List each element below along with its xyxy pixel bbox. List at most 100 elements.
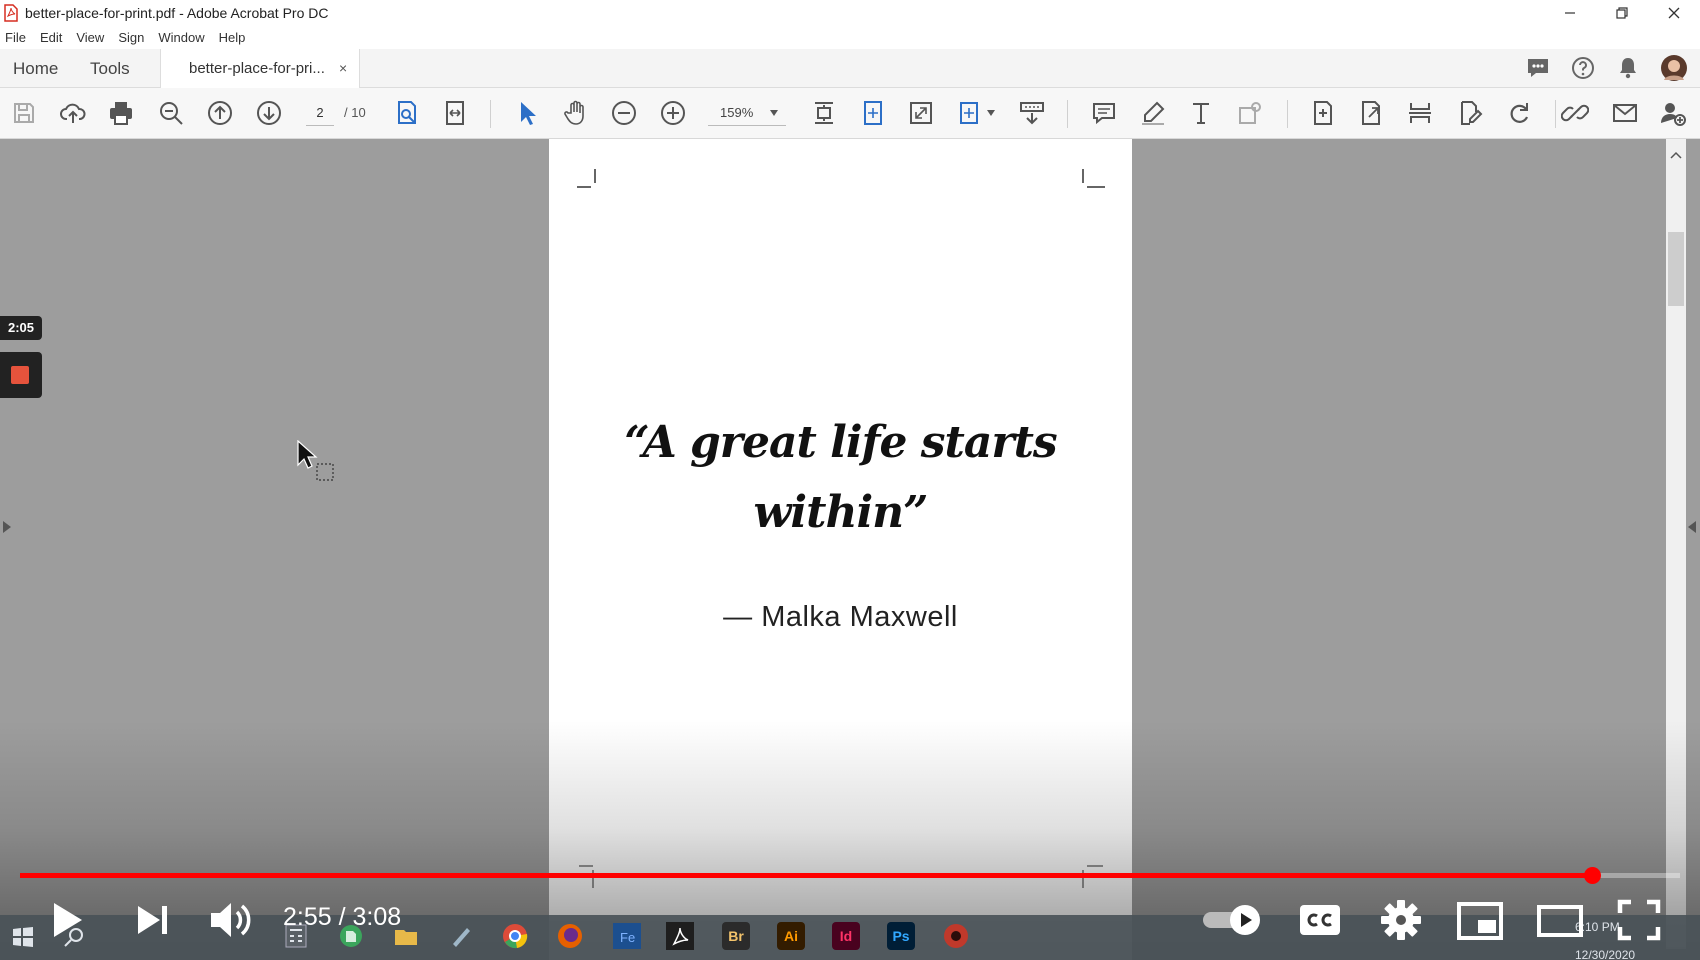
user-avatar[interactable] [1660, 54, 1688, 82]
tab-document[interactable]: better-place-for-pri... × [160, 49, 360, 89]
page-total: / 10 [344, 105, 366, 120]
quote-author: — Malka Maxwell [723, 601, 958, 633]
play-icon[interactable] [50, 900, 86, 940]
menu-bar: File Edit View Sign Window Help [0, 26, 1700, 49]
pdf-file-icon [4, 4, 18, 22]
chevron-down-icon [770, 110, 778, 116]
full-screen-mode-icon[interactable] [907, 99, 935, 127]
comment-icon[interactable] [1090, 99, 1118, 127]
indesign-app-icon[interactable]: Id [832, 922, 860, 950]
scrollbar-thumb[interactable] [1668, 232, 1684, 306]
theater-mode-icon[interactable] [1536, 903, 1584, 939]
chat-icon[interactable] [1524, 54, 1552, 82]
toolbar-separator [1287, 100, 1288, 128]
clock-date: 12/30/2020 [1575, 948, 1636, 960]
page-number-input[interactable]: 2 [306, 100, 334, 126]
right-panel-toggle-icon[interactable] [1688, 521, 1696, 533]
stop-recording-button[interactable] [0, 352, 42, 398]
toolbar-separator [1067, 100, 1068, 128]
window-title: better-place-for-print.pdf - Adobe Acrob… [25, 5, 329, 21]
volume-icon[interactable] [208, 899, 254, 941]
close-window-button[interactable] [1648, 0, 1700, 26]
zoom-out-magnifier-icon[interactable] [157, 99, 185, 127]
bridge-app-icon[interactable]: Br [722, 922, 750, 950]
menu-sign[interactable]: Sign [118, 30, 144, 45]
left-panel-toggle-icon[interactable] [3, 521, 11, 533]
menu-file[interactable]: File [5, 30, 26, 45]
acrobat-app-icon[interactable] [666, 922, 694, 950]
stamp-attach-icon[interactable] [1236, 99, 1264, 127]
edit-pdf-icon[interactable] [1456, 99, 1484, 127]
toolbar-separator [490, 100, 491, 128]
close-tab-button[interactable]: × [339, 49, 347, 88]
adobe-fe-app-icon[interactable]: Fe [612, 922, 642, 950]
export-pdf-icon[interactable] [1357, 99, 1385, 127]
screen-recorder-app-icon[interactable] [942, 922, 970, 950]
crop-mark-top-right [1082, 169, 1105, 188]
scrolling-mode-icon[interactable] [810, 99, 838, 127]
tab-home[interactable]: Home [13, 49, 58, 88]
fullscreen-icon[interactable] [1617, 899, 1661, 941]
illustrator-app-icon[interactable]: Ai [777, 922, 805, 950]
create-pdf-icon[interactable] [1309, 99, 1337, 127]
hand-tool-icon[interactable] [562, 99, 590, 127]
share-link-icon[interactable] [1561, 99, 1589, 127]
notification-bell-icon[interactable] [1614, 54, 1642, 82]
highlight-pen-icon[interactable] [1139, 99, 1167, 127]
save-icon[interactable] [10, 99, 38, 127]
restore-button[interactable] [1596, 0, 1648, 26]
menu-help[interactable]: Help [219, 30, 246, 45]
upload-cloud-icon[interactable] [59, 99, 87, 127]
toolbar: 2 / 10 159% [0, 88, 1700, 139]
menu-window[interactable]: Window [158, 30, 204, 45]
zoom-out-icon[interactable] [610, 99, 638, 127]
zoom-level-dropdown[interactable]: 159% [708, 100, 786, 126]
screen: better-place-for-print.pdf - Adobe Acrob… [0, 0, 1700, 960]
minimize-button[interactable] [1544, 0, 1596, 26]
rotate-icon[interactable] [1505, 99, 1533, 127]
next-page-icon[interactable] [255, 99, 283, 127]
video-scrubber-handle[interactable] [1584, 867, 1602, 884]
video-progress-bar[interactable] [20, 873, 1680, 878]
add-user-icon[interactable] [1659, 99, 1687, 127]
scroll-up-arrow-icon[interactable] [1669, 150, 1683, 160]
zoom-in-icon[interactable] [659, 99, 687, 127]
settings-gear-icon[interactable] [1380, 899, 1422, 941]
page-display-icon[interactable] [957, 99, 985, 127]
previous-page-icon[interactable] [206, 99, 234, 127]
fit-one-page-icon[interactable] [859, 99, 887, 127]
firefox-app-icon[interactable] [556, 922, 584, 950]
menu-edit[interactable]: Edit [40, 30, 62, 45]
tab-tools[interactable]: Tools [90, 49, 130, 88]
close-icon [1668, 7, 1680, 19]
print-icon[interactable] [107, 99, 135, 127]
email-icon[interactable] [1611, 99, 1639, 127]
read-mode-icon[interactable] [1018, 99, 1046, 127]
closed-captions-icon[interactable] [1298, 900, 1342, 940]
windows-start-icon[interactable] [12, 926, 34, 948]
next-video-icon[interactable] [136, 902, 170, 938]
tab-bar: Home Tools better-place-for-pri... × [0, 49, 1700, 89]
photoshop-app-icon[interactable]: Ps [887, 922, 915, 950]
add-text-icon[interactable] [1187, 99, 1215, 127]
find-text-icon[interactable] [393, 99, 421, 127]
quote-line-2: within” [753, 487, 929, 538]
quote-line-1: “A great life starts [624, 417, 1057, 468]
menu-view[interactable]: View [76, 30, 104, 45]
video-progress-played [20, 873, 1593, 878]
help-icon[interactable] [1569, 54, 1597, 82]
chrome-app-icon[interactable] [501, 922, 529, 950]
restore-icon [1616, 7, 1628, 19]
video-time-display: 2:55 / 3:08 [283, 903, 402, 931]
recording-timer: 2:05 [0, 316, 42, 340]
title-bar: better-place-for-print.pdf - Adobe Acrob… [0, 0, 1700, 26]
zoom-value: 159% [720, 105, 754, 120]
chevron-down-icon[interactable] [987, 110, 995, 116]
miniplayer-icon[interactable] [1456, 901, 1504, 941]
organize-pages-icon[interactable] [1406, 99, 1434, 127]
select-cursor-icon[interactable] [513, 99, 541, 127]
notes-app-icon[interactable] [447, 922, 475, 950]
svg-text:Fe: Fe [620, 930, 635, 945]
fit-page-width-icon[interactable] [441, 99, 469, 127]
autoplay-toggle-icon[interactable] [1201, 903, 1263, 937]
